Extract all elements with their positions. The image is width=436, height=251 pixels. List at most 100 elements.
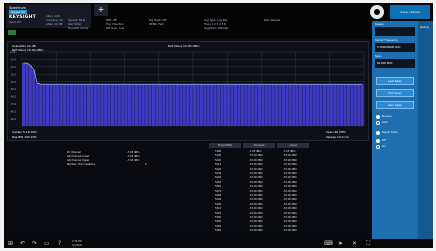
table-cell: 5320 xyxy=(215,211,222,215)
center-freq-field-label: Center Frequency xyxy=(375,39,398,42)
pointer-icon[interactable]: ➤ xyxy=(338,240,343,247)
table-cell: -33.18 dBm xyxy=(249,207,263,211)
table-cell: -33.18 dBm xyxy=(249,180,263,184)
table-cell: -33.18 dBm xyxy=(249,167,263,171)
spectrum-bar xyxy=(227,84,231,126)
spectrum-bar xyxy=(340,84,344,126)
radio-on[interactable] xyxy=(376,145,380,149)
spectrum-bar xyxy=(80,84,84,126)
table-cell: -33.18 dBm xyxy=(249,224,263,228)
spectrum-bar xyxy=(22,63,26,126)
spectrum-bar xyxy=(107,84,111,126)
fullscreen-icon[interactable]: ⛶ xyxy=(366,240,370,247)
table-cell: -33.18 dBm xyxy=(283,202,297,206)
spectrum-bar xyxy=(114,84,118,126)
spectrum-bar xyxy=(275,84,279,126)
spectrum-bar xyxy=(220,84,224,126)
radio-auto[interactable] xyxy=(376,121,380,125)
spectrum-bar xyxy=(172,84,176,126)
spectrum-bar xyxy=(316,84,320,126)
add-screen-button[interactable]: + xyxy=(94,4,108,16)
spectrum-bar xyxy=(124,84,128,126)
table-cell: -33.18 dBm xyxy=(249,216,263,219)
table-cell: -33.18 dBm xyxy=(283,211,297,215)
save-recall-button[interactable]: Save / Recall xyxy=(390,5,430,19)
setup-tab-label: Setup xyxy=(420,25,429,29)
metric-label: Adj Channel Lower xyxy=(67,155,90,158)
spectrum-plot[interactable]: 0.00 -10.0 -20.0 -30.0 -40.0 -50.0 -60.0 -70.0-… xyxy=(7,41,369,141)
param-text: Sig Track: Off xyxy=(149,19,167,22)
close-icon[interactable]: ✕ xyxy=(352,240,357,247)
ref-label: Ref Value 10.00 dBm xyxy=(12,48,44,52)
spectrum-bar xyxy=(309,84,313,126)
table-header: Level xyxy=(277,143,309,148)
help-icon[interactable]: ? xyxy=(58,240,61,247)
param-text: NFE: Off xyxy=(106,19,117,22)
spectrum-bar xyxy=(100,84,104,126)
spectrum-bar xyxy=(302,84,306,126)
radio-label: On xyxy=(382,145,386,148)
spectrum-bar xyxy=(69,84,73,126)
table-cell: -33.18 dBm xyxy=(249,194,263,197)
table-cell: -33.18 dBm xyxy=(283,154,297,158)
keyboard-icon[interactable]: ⌨ xyxy=(324,240,333,247)
folder-icon[interactable]: ▭ xyxy=(44,240,50,247)
align-label: Align: Auto xyxy=(46,15,61,18)
redo-icon[interactable]: ↷ xyxy=(32,240,37,247)
top-bar: Spectrum Swept SA KEYSIGHT Input: RF Ali… xyxy=(4,3,433,39)
input-label: Input: RF xyxy=(9,21,21,24)
radio-label: Off xyxy=(382,139,386,142)
spectrum-bar xyxy=(278,84,282,126)
last-span-button[interactable]: Last Span xyxy=(376,77,414,85)
param-text: Corr CCorr xyxy=(68,23,82,26)
spectrum-bar xyxy=(45,84,50,126)
sweep-field[interactable] xyxy=(375,27,415,36)
spectrum-chart: 0.00-10.0-20.0-30.0-40.0-50.0-60.0-70.0-… xyxy=(10,51,365,127)
undo-icon[interactable]: ↶ xyxy=(20,240,25,247)
frequency-table[interactable]: Freq (MHz) Channel Level 5180 -7.18 dBm -7… xyxy=(209,143,309,238)
settings-summary[interactable]: Input Z: 50 Ω Corr CCorr Freq Ref: Int (… xyxy=(64,17,379,39)
spectrum-bar xyxy=(165,84,169,126)
table-cell: 5180 xyxy=(215,150,222,153)
table-cell: 5250 xyxy=(215,180,222,184)
table-cell: 5240 xyxy=(215,176,222,180)
spectrum-bar xyxy=(145,84,149,126)
table-cell: -7.18 dBm xyxy=(249,150,262,153)
table-cell: -33.18 dBm xyxy=(283,198,297,202)
span-input[interactable]: 60.000 MHz xyxy=(375,59,415,68)
spectrum-bar xyxy=(193,84,197,126)
table-cell: -33.18 dBm xyxy=(249,202,263,206)
spectrum-bar xyxy=(251,84,255,126)
gear-icon[interactable] xyxy=(370,5,384,19)
y-tick-label: -10.0 xyxy=(10,59,17,62)
y-tick-label: -20.0 xyxy=(10,66,17,69)
radio-off[interactable] xyxy=(376,139,380,143)
spectrum-bar xyxy=(360,84,364,126)
table-cell: -33.18 dBm xyxy=(249,198,263,202)
spectrum-bar xyxy=(141,84,145,126)
table-cell: -33.18 dBm xyxy=(249,229,263,233)
zero-span-button[interactable]: Zero Span xyxy=(376,101,414,109)
windows-start-icon[interactable]: ⊞ xyxy=(8,240,13,247)
table-cell: -33.18 dBm xyxy=(249,163,263,167)
full-span-button[interactable]: Full Span xyxy=(376,89,414,97)
spectrum-bar xyxy=(186,84,190,126)
spectrum-bar xyxy=(271,84,275,126)
spectrum-bar xyxy=(52,84,56,126)
table-cell: 5190 xyxy=(215,154,222,158)
center-freq-input[interactable]: 5.180000000 GHz xyxy=(375,43,415,52)
checkbox-signal-track[interactable] xyxy=(376,131,380,135)
spectrum-bar xyxy=(305,84,309,126)
metric-label: Ch Channel xyxy=(67,151,81,154)
radio-manual[interactable] xyxy=(376,115,380,119)
spectrum-bar xyxy=(247,84,251,126)
param-text: #PNO: Fast xyxy=(149,23,164,26)
table-cell: -33.18 dBm xyxy=(249,154,263,158)
y-tick-label: -40.0 xyxy=(10,81,17,84)
spectrum-bar xyxy=(237,84,241,126)
spectrum-bar xyxy=(285,84,289,126)
param-text: Trig: Free Run xyxy=(106,23,124,26)
spectrum-bar xyxy=(326,84,330,126)
spectrum-bar xyxy=(121,84,125,126)
setup-tab[interactable]: Setup xyxy=(418,21,433,247)
